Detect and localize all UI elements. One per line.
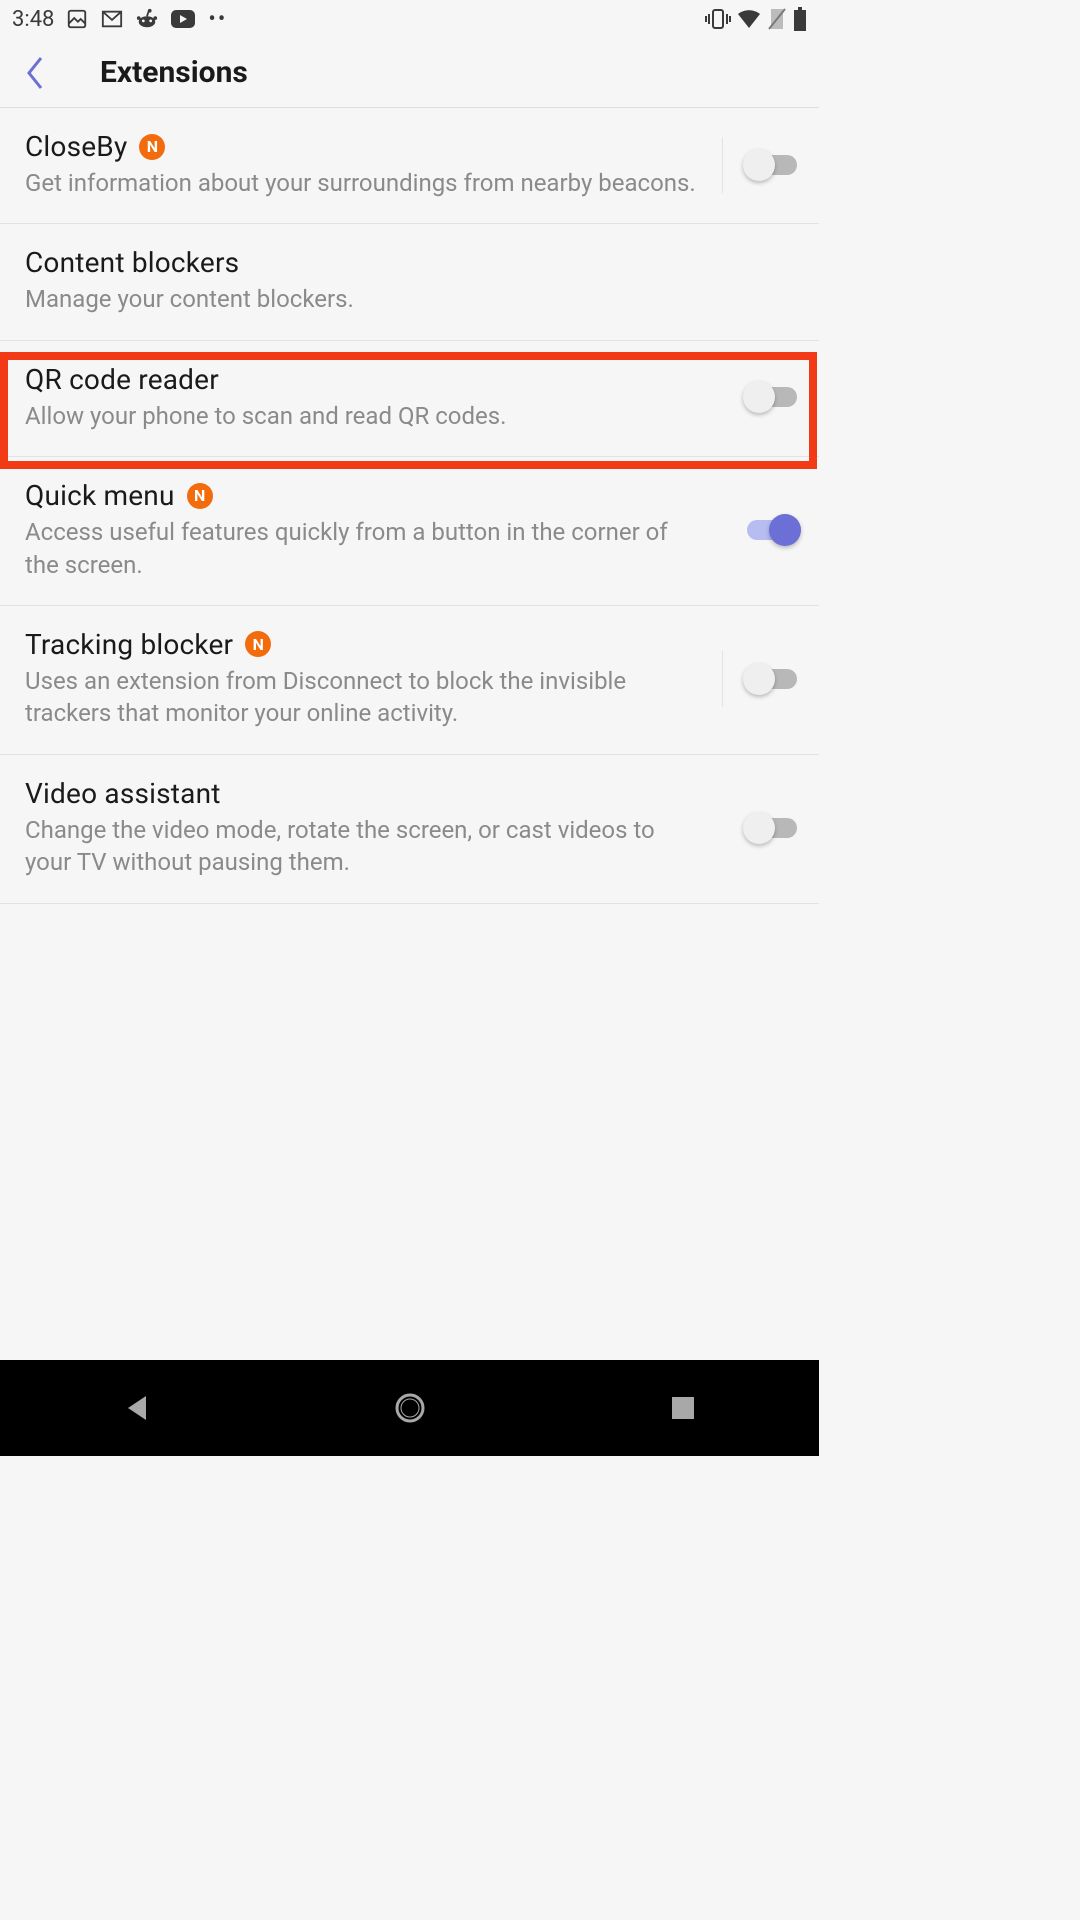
extension-item[interactable]: Content blockers Manage your content bloc… — [0, 224, 819, 340]
item-title-row: QR code reader — [25, 363, 699, 396]
back-button[interactable] — [10, 48, 60, 98]
battery-icon — [793, 7, 807, 31]
toggle-cell — [722, 651, 797, 707]
item-description: Manage your content blockers. — [25, 283, 773, 315]
item-title: QR code reader — [25, 363, 219, 396]
toggle-knob — [769, 514, 801, 546]
toggle-switch[interactable] — [747, 155, 797, 175]
photos-icon — [66, 8, 88, 30]
item-title: Video assistant — [25, 777, 221, 810]
extension-item[interactable]: Tracking blocker N Uses an extension from … — [0, 606, 819, 755]
youtube-icon — [170, 9, 196, 29]
page-title: Extensions — [100, 55, 248, 90]
item-text: CloseBy N Get information about your surro… — [25, 130, 722, 199]
nav-back-button[interactable] — [87, 1378, 187, 1438]
android-nav-bar — [0, 1360, 819, 1456]
toggle-switch[interactable] — [747, 520, 797, 540]
item-title: CloseBy — [25, 130, 127, 163]
toggle-cell — [722, 137, 797, 193]
item-text: QR code reader Allow your phone to scan a… — [25, 363, 723, 432]
extension-item[interactable]: QR code reader Allow your phone to scan a… — [0, 341, 819, 457]
toggle-knob — [743, 812, 775, 844]
item-title: Content blockers — [25, 246, 239, 279]
new-badge-icon: N — [245, 631, 271, 657]
extension-item[interactable]: CloseBy N Get information about your surro… — [0, 108, 819, 224]
gmail-icon — [100, 8, 124, 30]
app-bar: Extensions — [0, 38, 819, 108]
item-description: Access useful features quickly from a bu… — [25, 516, 699, 581]
toggle-switch[interactable] — [747, 387, 797, 407]
more-icon: •• — [208, 7, 227, 32]
item-text: Tracking blocker N Uses an extension from … — [25, 628, 722, 730]
new-badge-icon: N — [187, 483, 213, 509]
item-title: Quick menu — [25, 479, 175, 512]
no-sim-icon — [767, 7, 787, 31]
item-title-row: Tracking blocker N — [25, 628, 698, 661]
toggle-cell — [723, 369, 797, 425]
extensions-list: CloseBy N Get information about your surro… — [0, 108, 819, 904]
item-title-row: Content blockers — [25, 246, 773, 279]
status-time: 3:48 — [12, 7, 54, 32]
toggle-knob — [743, 149, 775, 181]
item-description: Allow your phone to scan and read QR cod… — [25, 400, 699, 432]
item-description: Uses an extension from Disconnect to blo… — [25, 665, 698, 730]
item-text: Video assistant Change the video mode, ro… — [25, 777, 723, 879]
toggle-switch[interactable] — [747, 669, 797, 689]
toggle-knob — [743, 381, 775, 413]
toggle-switch[interactable] — [747, 818, 797, 838]
toggle-cell — [723, 800, 797, 856]
item-description: Change the video mode, rotate the screen… — [25, 814, 699, 879]
item-text: Content blockers Manage your content bloc… — [25, 246, 797, 315]
nav-home-button[interactable] — [360, 1378, 460, 1438]
item-description: Get information about your surroundings … — [25, 167, 698, 199]
item-text: Quick menu N Access useful features quickl… — [25, 479, 723, 581]
nav-recents-button[interactable] — [633, 1378, 733, 1438]
extension-item[interactable]: Quick menu N Access useful features quickl… — [0, 457, 819, 606]
wifi-icon — [737, 9, 761, 29]
status-bar: 3:48 •• — [0, 0, 819, 38]
toggle-knob — [743, 663, 775, 695]
status-left: 3:48 •• — [12, 7, 227, 32]
reddit-icon — [136, 8, 158, 30]
vibrate-icon — [705, 8, 731, 30]
item-title-row: Video assistant — [25, 777, 699, 810]
status-right — [705, 7, 807, 31]
new-badge-icon: N — [139, 134, 165, 160]
extension-item[interactable]: Video assistant Change the video mode, ro… — [0, 755, 819, 904]
item-title-row: CloseBy N — [25, 130, 698, 163]
item-title: Tracking blocker — [25, 628, 233, 661]
toggle-cell — [723, 502, 797, 558]
item-title-row: Quick menu N — [25, 479, 699, 512]
